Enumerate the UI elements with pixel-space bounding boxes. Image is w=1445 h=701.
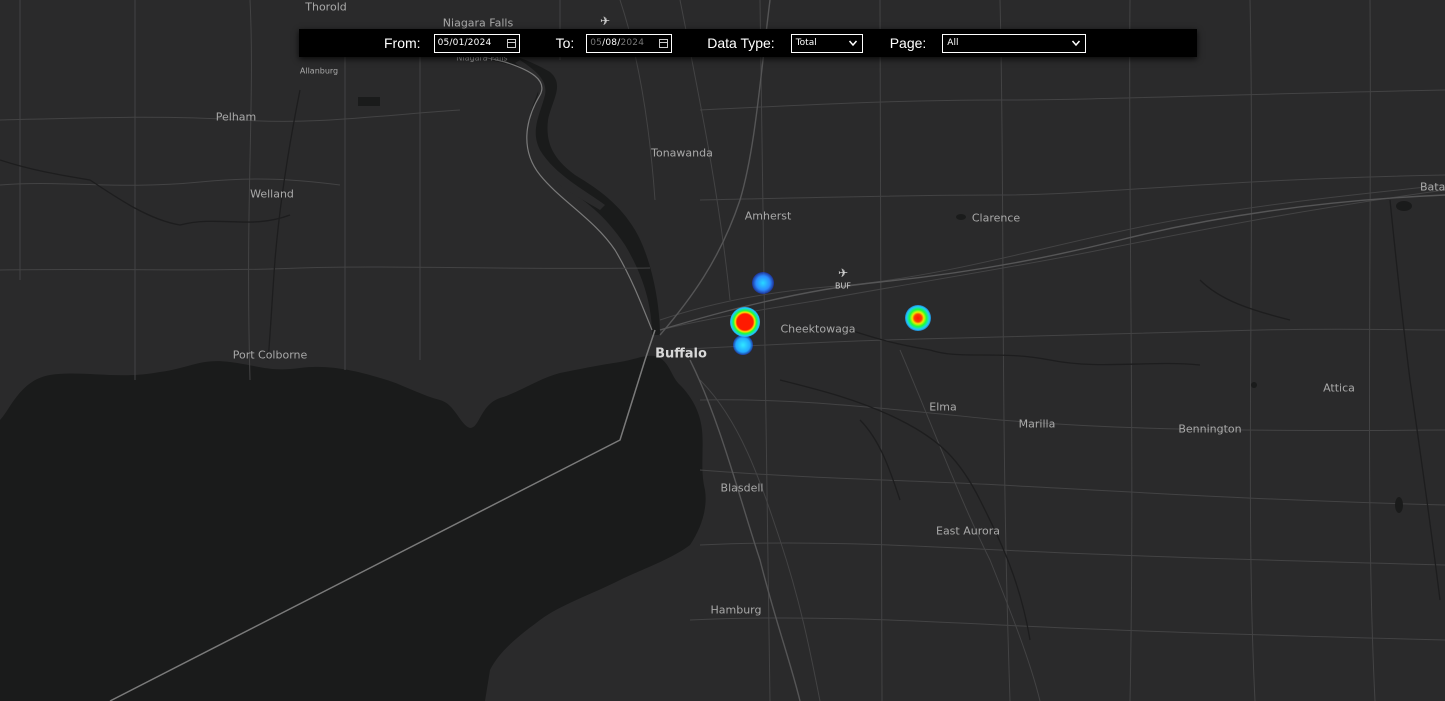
calendar-icon[interactable] [659, 38, 669, 48]
place-pelham: Pelham [215, 110, 257, 124]
to-date-value: 05/08/2024 [590, 38, 645, 48]
place-tonawanda: Tonawanda [651, 146, 713, 160]
place-welland: Welland [250, 187, 294, 201]
place-east-aurora: East Aurora [935, 524, 1001, 538]
filter-toolbar: From: 05/01/2024 To: 05/08/2024 Data Typ… [299, 29, 1197, 57]
place-batavia: Bata [1420, 180, 1445, 194]
place-allanburg: Allanburg [299, 66, 339, 76]
data-type-label: Data Type: [707, 35, 775, 51]
place-blasdell: Blasdell [720, 481, 764, 495]
place-elma: Elma [929, 400, 957, 414]
chevron-down-icon [848, 40, 857, 47]
data-type-select[interactable]: Total [790, 33, 863, 53]
place-cheektowaga: Cheektowaga [780, 322, 856, 336]
place-attica: Attica [1323, 381, 1355, 395]
page-select[interactable]: All [942, 33, 1087, 53]
page-value: All [947, 38, 959, 48]
from-date-input[interactable]: 05/01/2024 [433, 33, 520, 53]
to-label: To: [555, 35, 575, 51]
data-type-value: Total [795, 38, 817, 48]
place-clarence: Clarence [971, 211, 1021, 225]
place-hamburg: Hamburg [710, 603, 762, 617]
place-thorold: Thorold [305, 0, 347, 14]
chevron-down-icon [1072, 40, 1081, 47]
page-label: Page: [889, 35, 927, 51]
place-buffalo: Buffalo [655, 346, 707, 362]
place-niagara-falls-us: Niagara Falls [442, 16, 514, 30]
from-label: From: [384, 35, 421, 51]
place-marilla: Marilla [1018, 417, 1056, 431]
place-buf: BUF [835, 281, 851, 291]
place-amherst: Amherst [744, 209, 792, 223]
from-date-value: 05/01/2024 [437, 38, 492, 48]
map-canvas[interactable] [0, 0, 1445, 701]
place-port-colborne: Port Colborne [232, 348, 308, 362]
calendar-icon[interactable] [506, 38, 516, 48]
to-date-input[interactable]: 05/08/2024 [586, 33, 673, 53]
airplane-icon: ✈ [599, 14, 611, 28]
place-bennington: Bennington [1178, 422, 1242, 436]
airplane-icon: ✈ [837, 266, 849, 280]
